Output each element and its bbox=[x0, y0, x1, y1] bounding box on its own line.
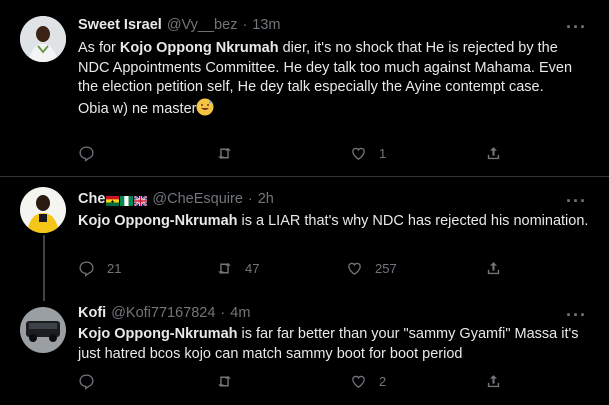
retweet-button[interactable] bbox=[216, 373, 245, 390]
timestamp[interactable]: 4m bbox=[230, 305, 250, 321]
like-button[interactable]: 2 bbox=[350, 373, 386, 390]
tweet-actions: 1 bbox=[78, 145, 508, 167]
tweet-header: Sweet Israel @Vy__bez · 13m bbox=[78, 17, 281, 33]
ghana-flag-icon bbox=[106, 194, 120, 206]
like-button[interactable]: 1 bbox=[350, 145, 386, 162]
tweet-text: Kojo Oppong-Nkrumah is a LIAR that's why… bbox=[78, 212, 593, 232]
share-icon bbox=[487, 262, 500, 275]
more-options-button[interactable]: ··· bbox=[566, 306, 587, 324]
reply-button[interactable] bbox=[78, 373, 107, 390]
display-name[interactable]: Che bbox=[78, 191, 105, 207]
heart-icon bbox=[352, 375, 365, 388]
tweet-header: Kofi @Kofi77167824 · 4m bbox=[78, 305, 250, 321]
share-icon bbox=[487, 375, 500, 388]
text-segment: is a LIAR that's why NDC has rejected hi… bbox=[237, 213, 589, 229]
reply-count: 21 bbox=[107, 261, 122, 276]
reply-icon bbox=[79, 374, 94, 390]
share-button[interactable] bbox=[485, 145, 502, 162]
timestamp[interactable]: 2h bbox=[258, 191, 274, 207]
like-count: 1 bbox=[379, 146, 387, 161]
handle[interactable]: @Vy__bez bbox=[167, 17, 238, 33]
like-count: 2 bbox=[379, 374, 387, 389]
handle[interactable]: @Kofi77167824 bbox=[111, 305, 215, 321]
separator-dot: · bbox=[242, 17, 248, 33]
retweet-button[interactable] bbox=[216, 145, 245, 162]
retweet-icon bbox=[218, 375, 231, 388]
timestamp[interactable]: 13m bbox=[252, 17, 280, 33]
tweet-2[interactable]: Che @CheEsquire · 2h ··· Kojo Oppong-Nkr… bbox=[0, 177, 609, 301]
like-button[interactable]: 257 bbox=[346, 260, 397, 277]
retweet-icon bbox=[218, 147, 231, 160]
heart-icon bbox=[352, 147, 365, 160]
reply-icon bbox=[79, 146, 94, 162]
reply-button[interactable]: 21 bbox=[78, 260, 121, 277]
like-count: 257 bbox=[375, 261, 397, 276]
tweet-3[interactable]: Kofi @Kofi77167824 · 4m ··· Kojo Oppong-… bbox=[0, 299, 609, 405]
mention-bold: Kojo Oppong-Nkrumah bbox=[78, 326, 238, 342]
separator-dot: · bbox=[247, 191, 253, 207]
mention-bold: Kojo Oppong Nkrumah bbox=[119, 40, 279, 56]
retweet-icon bbox=[218, 262, 231, 275]
tweet-text: Kojo Oppong-Nkrumah is far far better th… bbox=[78, 325, 593, 364]
avatar-sweet-israel[interactable] bbox=[20, 16, 66, 62]
tweet-header: Che @CheEsquire · 2h bbox=[78, 191, 274, 207]
reply-icon bbox=[79, 261, 94, 277]
separator-dot: · bbox=[220, 305, 226, 321]
display-name[interactable]: Sweet Israel bbox=[78, 17, 162, 33]
mention-bold: Kojo Oppong-Nkrumah bbox=[78, 213, 238, 229]
share-button[interactable] bbox=[485, 260, 502, 277]
thread-line bbox=[43, 235, 45, 301]
share-button[interactable] bbox=[485, 373, 502, 390]
tweet-actions: 2 bbox=[78, 373, 508, 395]
retweet-count: 47 bbox=[245, 261, 260, 276]
sweat-smile-emoji bbox=[196, 98, 214, 123]
handle[interactable]: @CheEsquire bbox=[152, 191, 242, 207]
text-segment: As for bbox=[78, 40, 120, 56]
tweet-text: As for Kojo Oppong Nkrumah dier, it's no… bbox=[78, 39, 593, 122]
text-segment: Obia w) ne master bbox=[78, 100, 197, 117]
share-icon bbox=[487, 147, 500, 160]
tweet-1[interactable]: Sweet Israel @Vy__bez · 13m ··· As for K… bbox=[0, 0, 609, 176]
tweet-actions: 21 47 257 bbox=[78, 260, 508, 282]
more-options-button[interactable]: ··· bbox=[566, 18, 587, 36]
display-name[interactable]: Kofi bbox=[78, 305, 106, 321]
more-options-button[interactable]: ··· bbox=[566, 192, 587, 210]
reply-button[interactable] bbox=[78, 145, 107, 162]
avatar-che-esquire[interactable] bbox=[20, 187, 66, 233]
avatar-kofi[interactable] bbox=[20, 307, 66, 353]
uk-flag-icon bbox=[133, 194, 149, 207]
heart-icon bbox=[348, 262, 361, 275]
nigeria-flag-icon bbox=[120, 194, 134, 206]
retweet-button[interactable]: 47 bbox=[216, 260, 259, 277]
